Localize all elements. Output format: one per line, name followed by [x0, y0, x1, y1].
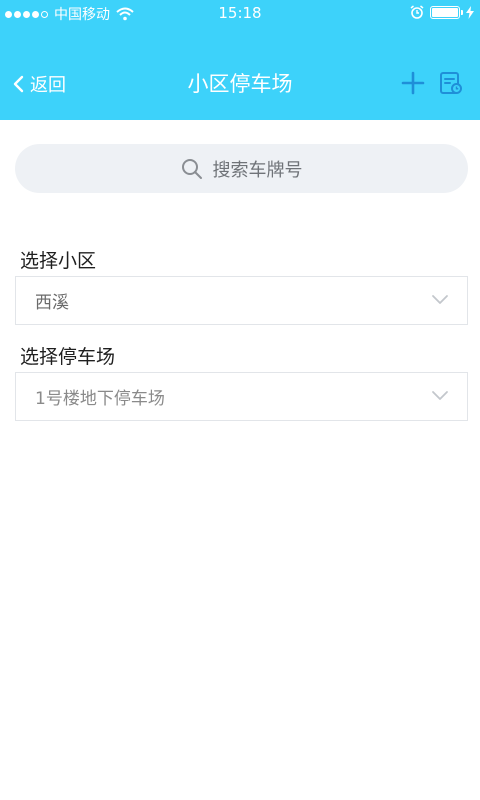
charging-icon: [466, 5, 474, 19]
app-header: 中国移动 15:18 返回 小区停车场: [0, 0, 480, 120]
status-time: 15:18: [218, 4, 262, 22]
parking-value: 1号楼地下停车场: [35, 389, 165, 409]
alarm-icon: [410, 5, 424, 19]
community-value: 西溪: [35, 293, 69, 313]
nav-actions: [400, 70, 464, 96]
community-label: 选择小区: [20, 250, 97, 272]
search-icon: [181, 158, 202, 179]
chevron-down-icon: [432, 295, 448, 304]
chevron-down-icon: [432, 391, 448, 400]
parking-label: 选择停车场: [20, 346, 116, 368]
records-icon[interactable]: [438, 70, 464, 96]
status-bar: 中国移动 15:18: [0, 0, 480, 26]
battery-icon: [430, 5, 463, 19]
community-select[interactable]: 西溪: [15, 276, 468, 325]
parking-select[interactable]: 1号楼地下停车场: [15, 372, 468, 421]
search-placeholder: 搜索车牌号: [212, 159, 303, 181]
status-right: [410, 5, 474, 19]
search-input[interactable]: 搜索车牌号: [15, 144, 468, 193]
add-icon[interactable]: [400, 70, 426, 96]
